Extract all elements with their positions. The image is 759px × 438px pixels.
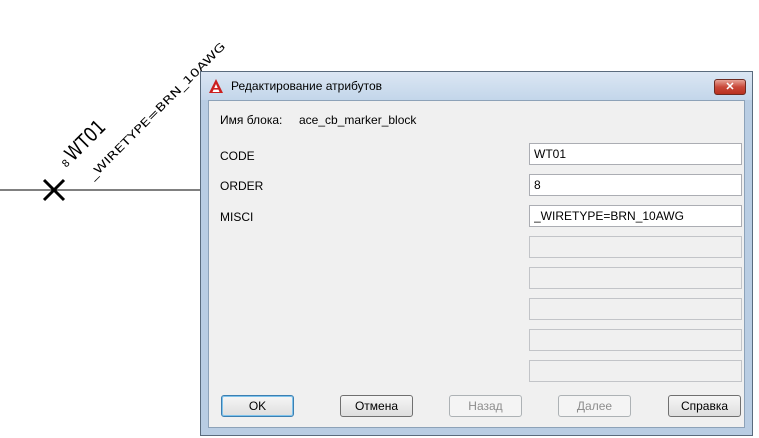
autocad-logo-icon <box>209 79 223 93</box>
cancel-button[interactable]: Отмена <box>340 395 413 417</box>
ok-button[interactable]: OK <box>221 395 294 417</box>
attribute-input-empty <box>529 360 742 382</box>
attribute-input-empty <box>529 329 742 351</box>
attribute-label-code: CODE <box>220 149 255 163</box>
edit-attributes-dialog: Редактирование атрибутов ✕ Имя блока: ac… <box>200 71 753 436</box>
attribute-label-misci: MISCI <box>220 210 254 224</box>
attribute-input-empty <box>529 298 742 320</box>
attribute-label-order: ORDER <box>220 179 264 193</box>
attribute-input-code[interactable] <box>529 143 742 165</box>
close-icon: ✕ <box>725 80 735 93</box>
help-button[interactable]: Справка <box>668 395 741 417</box>
block-name-label: Имя блока: <box>220 113 283 127</box>
dialog-titlebar[interactable]: Редактирование атрибутов ✕ <box>201 72 752 100</box>
attribute-input-empty <box>529 236 742 258</box>
attribute-input-order[interactable] <box>529 174 742 196</box>
attribute-input-misci[interactable] <box>529 205 742 227</box>
attribute-input-empty <box>529 267 742 289</box>
block-name-value: ace_cb_marker_block <box>299 113 417 127</box>
dialog-title: Редактирование атрибутов <box>231 79 383 93</box>
next-button: Далее <box>558 395 631 417</box>
close-button[interactable]: ✕ <box>714 79 746 95</box>
dialog-client-area: Имя блока: ace_cb_marker_block CODE ORDE… <box>208 100 745 428</box>
back-button: Назад <box>449 395 522 417</box>
